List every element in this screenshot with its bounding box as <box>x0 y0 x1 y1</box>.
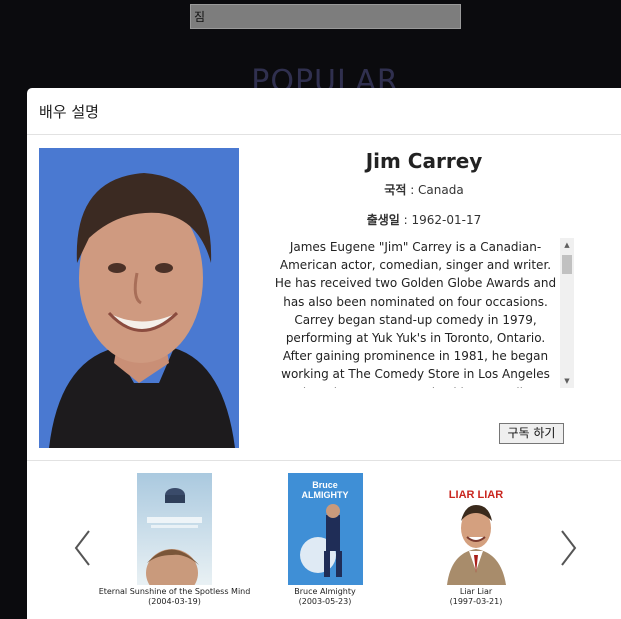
search-input[interactable] <box>190 4 461 29</box>
triangle-up-icon[interactable]: ▲ <box>560 238 574 252</box>
movie-date: (2003-05-23) <box>298 597 352 606</box>
movie-date: (2004-03-19) <box>148 597 201 606</box>
actor-photo <box>39 148 239 448</box>
actor-bio: James Eugene "Jim" Carrey is a Canadian-… <box>274 240 557 388</box>
modal-title: 배우 설명 <box>39 103 99 121</box>
divider <box>27 460 621 461</box>
chevron-left-icon[interactable] <box>71 528 95 568</box>
scrollbar-thumb[interactable] <box>562 255 572 274</box>
movie-poster[interactable]: LIAR LIAR <box>438 473 514 585</box>
movie-title: Liar Liar <box>459 587 493 596</box>
triangle-down-icon[interactable]: ▼ <box>560 374 574 388</box>
birthdate-label: 출생일 <box>366 213 400 227</box>
modal-header: 배우 설명 <box>27 88 621 135</box>
chevron-right-icon[interactable] <box>556 528 580 568</box>
nationality-row: 국적 : Canada <box>384 183 464 197</box>
actor-name: Jim Carrey <box>365 149 483 173</box>
movie-poster[interactable] <box>137 473 212 585</box>
movie-title: Bruce Almighty <box>294 587 356 596</box>
actor-portrait <box>39 148 239 448</box>
movie-poster[interactable]: Bruce ALMIGHTY <box>287 473 363 585</box>
birthdate-row: 출생일 : 1962-01-17 <box>366 213 482 227</box>
poster-text: ALMIGHTY <box>301 490 348 500</box>
movie-card[interactable]: LIAR LIAR Liar Liar (1997-03-21) <box>426 473 526 607</box>
poster-text: LIAR LIAR <box>448 489 502 501</box>
birthdate-value: 1962-01-17 <box>411 213 482 227</box>
movie-card[interactable]: Eternal Sunshine of the Spotless Mind (2… <box>97 473 252 607</box>
movie-card[interactable]: Bruce ALMIGHTY Bruce Almighty (2003-05-2… <box>275 473 375 607</box>
nationality-value: Canada <box>418 183 464 197</box>
bio-scroll-area[interactable]: James Eugene "Jim" Carrey is a Canadian-… <box>274 238 574 388</box>
subscribe-button[interactable]: 구독 하기 <box>499 423 564 444</box>
poster-text: Bruce <box>312 480 338 490</box>
movie-date: (1997-03-21) <box>449 597 503 606</box>
bio-scrollbar[interactable]: ▲ ▼ <box>560 238 574 388</box>
movie-title: Eternal Sunshine of the Spotless Mind <box>98 587 251 596</box>
nationality-label: 국적 <box>384 183 407 197</box>
actor-modal: 배우 설명 Jim Carrey 국적 : Canada 출생일 : 1962-… <box>27 88 621 619</box>
